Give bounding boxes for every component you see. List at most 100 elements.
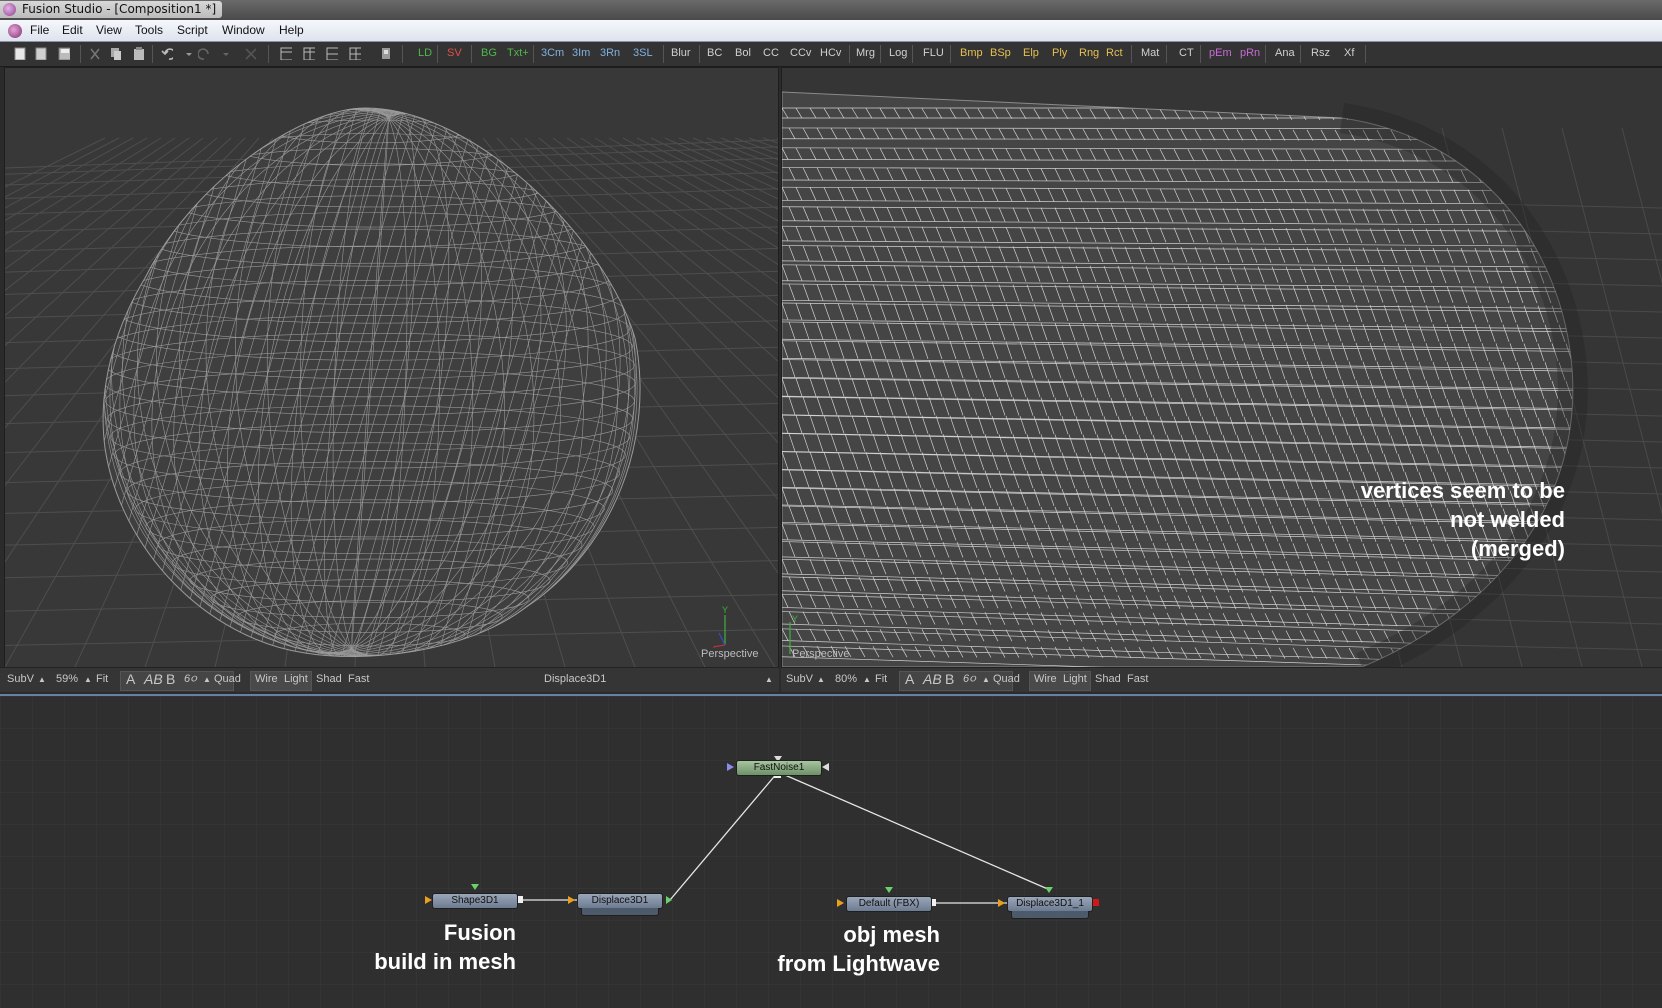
- shad-toggle[interactable]: Shad: [1095, 673, 1121, 685]
- layout-split-horizontal-icon[interactable]: [326, 47, 338, 60]
- node-default-fbx[interactable]: Default (FBX): [846, 896, 932, 912]
- viewport-left-render[interactable]: [5, 68, 778, 667]
- redo-icon[interactable]: [198, 47, 210, 60]
- save-icon[interactable]: [58, 47, 70, 60]
- quad-button[interactable]: Quad: [214, 673, 241, 685]
- fit-button[interactable]: Fit: [875, 673, 887, 685]
- light-toggle[interactable]: Light: [284, 673, 308, 685]
- view-b-button[interactable]: B: [945, 671, 954, 687]
- view-a-button[interactable]: A: [905, 671, 914, 687]
- viewer-left[interactable]: Y Perspective: [4, 67, 779, 668]
- tool-ana-button[interactable]: Ana: [1275, 47, 1295, 59]
- layout-quad-icon[interactable]: [349, 47, 361, 60]
- undo-icon[interactable]: [161, 47, 173, 60]
- zoom-level[interactable]: 80%: [835, 673, 857, 685]
- tool-ld-button[interactable]: LD: [418, 47, 432, 59]
- subview-dropdown-icon[interactable]: ▲: [817, 675, 825, 684]
- tool-flu-button[interactable]: FLU: [923, 47, 944, 59]
- tool-log-button[interactable]: Log: [889, 47, 907, 59]
- tool-rng-button[interactable]: Rng: [1079, 47, 1099, 59]
- annotation-obj-mesh: obj mesh from Lightwave: [720, 920, 940, 978]
- menu-file[interactable]: File: [30, 23, 49, 37]
- menu-window[interactable]: Window: [222, 23, 265, 37]
- toolbar-separator: [1365, 45, 1366, 63]
- viewer-right[interactable]: Y Perspective vertices seem to be not we…: [781, 67, 1662, 668]
- tool-mrg-button[interactable]: Mrg: [856, 47, 875, 59]
- tool-pem-button[interactable]: pEm: [1209, 47, 1232, 59]
- lut-dropdown-icon[interactable]: ▲: [982, 675, 990, 684]
- view-ab-button[interactable]: AB: [144, 671, 163, 687]
- menu-view[interactable]: View: [96, 23, 122, 37]
- tool-bc-button[interactable]: BC: [707, 47, 722, 59]
- lut-dropdown-icon[interactable]: ▲: [203, 675, 211, 684]
- node-fastnoise[interactable]: FastNoise1: [736, 760, 822, 776]
- tool-rct-button[interactable]: Rct: [1106, 47, 1123, 59]
- subview-button[interactable]: SubV: [786, 673, 813, 685]
- quad-button[interactable]: Quad: [993, 673, 1020, 685]
- undo-dropdown-icon[interactable]: [185, 47, 197, 60]
- viewer-node-name: Displace3D1: [544, 673, 607, 685]
- redo-dropdown-icon[interactable]: [222, 47, 234, 60]
- fit-button[interactable]: Fit: [96, 673, 108, 685]
- tool-prn-button[interactable]: pRn: [1240, 47, 1260, 59]
- tool-3sl-button[interactable]: 3SL: [633, 47, 653, 59]
- tool-elp-button[interactable]: Elp: [1023, 47, 1039, 59]
- cut-icon[interactable]: [88, 47, 100, 60]
- viewer-options-icon[interactable]: ▲: [765, 675, 773, 684]
- node-displace3d-1[interactable]: Displace3D1_1: [1007, 896, 1093, 912]
- view-b-button[interactable]: B: [166, 671, 175, 687]
- script-icon[interactable]: [380, 47, 392, 60]
- view-ab-button[interactable]: AB: [923, 671, 942, 687]
- open-file-icon[interactable]: [35, 47, 47, 60]
- fast-toggle[interactable]: Fast: [348, 673, 369, 685]
- tool-3cm-button[interactable]: 3Cm: [541, 47, 564, 59]
- flow-editor[interactable]: FastNoise1 Shape3D1 Displace3D1 Default …: [0, 694, 1662, 1008]
- wire-toggle[interactable]: Wire: [1034, 673, 1057, 685]
- tool-sv-button[interactable]: SV: [447, 47, 462, 59]
- zoom-dropdown-icon[interactable]: ▲: [84, 675, 92, 684]
- lut-icon[interactable]: 6૦: [963, 673, 976, 686]
- menu-script[interactable]: Script: [177, 23, 208, 37]
- annotation-line: vertices seem to be: [1360, 478, 1565, 503]
- layout-split-vertical-icon[interactable]: [303, 47, 315, 60]
- app-menu-icon[interactable]: [8, 24, 22, 38]
- tool-txt-button[interactable]: Txt+: [507, 47, 529, 59]
- lut-icon[interactable]: 6૦: [184, 673, 197, 686]
- tool-blur-button[interactable]: Blur: [671, 47, 691, 59]
- tool-mat-button[interactable]: Mat: [1141, 47, 1159, 59]
- view-a-button[interactable]: A: [126, 671, 135, 687]
- subview-dropdown-icon[interactable]: ▲: [38, 675, 46, 684]
- tool-3rn-button[interactable]: 3Rn: [600, 47, 620, 59]
- zoom-level[interactable]: 59%: [56, 673, 78, 685]
- menu-help[interactable]: Help: [279, 23, 304, 37]
- shad-toggle[interactable]: Shad: [316, 673, 342, 685]
- delete-icon[interactable]: [244, 47, 256, 60]
- tool-ply-button[interactable]: Ply: [1052, 47, 1067, 59]
- wire-toggle[interactable]: Wire: [255, 673, 278, 685]
- node-shape3d[interactable]: Shape3D1: [432, 893, 518, 909]
- copy-icon[interactable]: [109, 47, 121, 60]
- tool-cc-button[interactable]: CC: [763, 47, 779, 59]
- viewport-right-render[interactable]: [782, 68, 1662, 667]
- tool-bmp-button[interactable]: Bmp: [960, 47, 983, 59]
- new-file-icon[interactable]: [14, 47, 26, 60]
- tool-bsp-button[interactable]: BSp: [990, 47, 1011, 59]
- tool-3im-button[interactable]: 3Im: [572, 47, 590, 59]
- tool-bg-button[interactable]: BG: [481, 47, 497, 59]
- tool-hcv-button[interactable]: HCv: [820, 47, 841, 59]
- subview-button[interactable]: SubV: [7, 673, 34, 685]
- tool-xf-button[interactable]: Xf: [1344, 47, 1354, 59]
- paste-icon[interactable]: [132, 47, 144, 60]
- menu-edit[interactable]: Edit: [62, 23, 83, 37]
- node-displace3d[interactable]: Displace3D1: [577, 893, 663, 909]
- fast-toggle[interactable]: Fast: [1127, 673, 1148, 685]
- tool-ccv-button[interactable]: CCv: [790, 47, 811, 59]
- tool-bol-button[interactable]: Bol: [735, 47, 751, 59]
- tool-ct-button[interactable]: CT: [1179, 47, 1194, 59]
- axis-y-label: Y: [792, 614, 798, 624]
- light-toggle[interactable]: Light: [1063, 673, 1087, 685]
- zoom-dropdown-icon[interactable]: ▲: [863, 675, 871, 684]
- tool-rsz-button[interactable]: Rsz: [1311, 47, 1330, 59]
- layout-single-icon[interactable]: [280, 47, 292, 60]
- menu-tools[interactable]: Tools: [135, 23, 163, 37]
